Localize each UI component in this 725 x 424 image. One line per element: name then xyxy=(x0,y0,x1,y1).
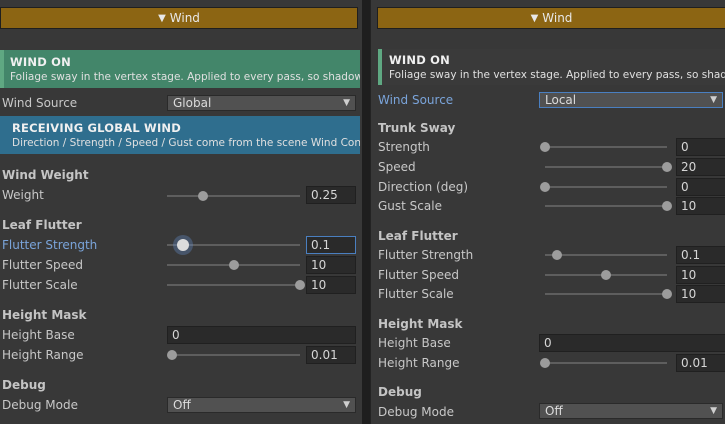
flutter-scale-field[interactable]: 10 xyxy=(306,276,356,294)
flutter-scale-label: Flutter Scale xyxy=(378,287,454,301)
wind-foldout-header[interactable]: ▼ Wind xyxy=(377,7,725,29)
height-range-slider[interactable] xyxy=(167,350,300,360)
wind-foldout-header[interactable]: ▼ Wind xyxy=(0,7,358,29)
trunk-speed-field[interactable]: 20 xyxy=(676,158,725,176)
flutter-scale-label: Flutter Scale xyxy=(2,278,78,292)
trunk-speed-label: Speed xyxy=(378,160,416,174)
section-wind-weight: Wind Weight xyxy=(2,168,89,182)
section-trunk-sway: Trunk Sway xyxy=(378,121,456,135)
right-inspector-panel: ▼ Wind WIND ON Foliage sway in the verte… xyxy=(370,0,725,424)
flutter-scale-slider[interactable] xyxy=(545,289,672,299)
flutter-strength-slider[interactable] xyxy=(167,239,300,251)
flutter-strength-field[interactable]: 0.1 xyxy=(676,246,725,264)
flutter-speed-field[interactable]: 10 xyxy=(306,256,356,274)
banner-text: Direction / Strength / Speed / Gust come… xyxy=(12,137,360,149)
height-base-label: Height Base xyxy=(378,336,451,350)
flutter-scale-field[interactable]: 10 xyxy=(676,285,725,303)
slider-handle[interactable] xyxy=(552,250,563,260)
debug-mode-label: Debug Mode xyxy=(2,398,78,412)
chevron-down-icon: ▼ xyxy=(343,400,350,410)
wind-source-dropdown[interactable]: Global ▼ xyxy=(167,95,356,111)
weight-field[interactable]: 0.25 xyxy=(306,186,356,204)
slider-handle[interactable] xyxy=(295,280,305,290)
triangle-down-icon: ▼ xyxy=(530,12,539,24)
flutter-speed-label: Flutter Speed xyxy=(378,268,459,282)
foldout-title: Wind xyxy=(169,11,200,25)
section-debug: Debug xyxy=(2,378,46,392)
trunk-direction-slider[interactable] xyxy=(540,182,667,192)
wind-on-banner: WIND ON Foliage sway in the vertex stage… xyxy=(0,50,360,88)
wind-source-label: Wind Source xyxy=(2,96,78,110)
section-debug: Debug xyxy=(378,385,422,399)
trunk-strength-label: Strength xyxy=(378,140,430,154)
height-base-field[interactable]: 0 xyxy=(167,326,356,344)
debug-mode-dropdown[interactable]: Off ▼ xyxy=(539,403,723,419)
banner-title: RECEIVING GLOBAL WIND xyxy=(12,121,181,135)
wind-source-label: Wind Source xyxy=(378,93,454,107)
gust-scale-slider[interactable] xyxy=(545,201,672,211)
weight-slider[interactable] xyxy=(167,191,300,201)
flutter-strength-label: Flutter Strength xyxy=(378,248,474,262)
trunk-direction-field[interactable]: 0 xyxy=(676,178,725,196)
weight-label: Weight xyxy=(2,188,44,202)
height-range-field[interactable]: 0.01 xyxy=(306,346,356,364)
debug-mode-label: Debug Mode xyxy=(378,405,454,419)
height-range-slider[interactable] xyxy=(540,358,667,368)
slider-handle[interactable] xyxy=(197,191,208,201)
trunk-direction-label: Direction (deg) xyxy=(378,180,469,194)
trunk-speed-slider[interactable] xyxy=(545,162,672,172)
height-base-field[interactable]: 0 xyxy=(539,334,725,352)
height-base-label: Height Base xyxy=(2,328,75,342)
banner-title: WIND ON xyxy=(389,53,450,67)
dropdown-value: Off xyxy=(173,398,191,412)
height-range-field[interactable]: 0.01 xyxy=(676,354,725,372)
receiving-global-wind-banner: RECEIVING GLOBAL WIND Direction / Streng… xyxy=(0,116,360,154)
chevron-down-icon: ▼ xyxy=(710,406,717,416)
section-leaf-flutter: Leaf Flutter xyxy=(378,229,458,243)
chevron-down-icon: ▼ xyxy=(343,98,350,108)
wind-on-banner: WIND ON Foliage sway in the vertex stage… xyxy=(378,49,725,85)
slider-handle[interactable] xyxy=(540,358,550,368)
flutter-strength-slider[interactable] xyxy=(545,250,667,260)
height-range-label: Height Range xyxy=(378,356,460,370)
flutter-scale-slider[interactable] xyxy=(167,280,305,290)
slider-handle[interactable] xyxy=(662,289,672,299)
height-range-label: Height Range xyxy=(2,348,84,362)
slider-handle[interactable] xyxy=(662,201,672,211)
slider-handle[interactable] xyxy=(167,350,177,360)
flutter-speed-slider[interactable] xyxy=(167,260,300,270)
section-height-mask: Height Mask xyxy=(378,317,463,331)
foldout-title: Wind xyxy=(542,11,573,25)
section-leaf-flutter: Leaf Flutter xyxy=(2,218,82,232)
slider-handle[interactable] xyxy=(540,182,550,192)
dropdown-value: Local xyxy=(545,93,577,107)
chevron-down-icon: ▼ xyxy=(710,95,717,105)
slider-handle[interactable] xyxy=(662,162,672,172)
banner-text: Foliage sway in the vertex stage. Applie… xyxy=(389,69,725,81)
gust-scale-field[interactable]: 10 xyxy=(676,197,725,215)
slider-handle[interactable] xyxy=(176,239,189,251)
banner-title: WIND ON xyxy=(10,55,71,69)
trunk-strength-field[interactable]: 0 xyxy=(676,138,725,156)
debug-mode-dropdown[interactable]: Off ▼ xyxy=(167,397,356,413)
banner-text: Foliage sway in the vertex stage. Applie… xyxy=(10,71,360,83)
triangle-down-icon: ▼ xyxy=(158,12,166,24)
flutter-speed-label: Flutter Speed xyxy=(2,258,83,272)
dropdown-value: Global xyxy=(173,96,212,110)
flutter-speed-slider[interactable] xyxy=(545,270,667,280)
slider-handle[interactable] xyxy=(601,270,611,280)
flutter-strength-label: Flutter Strength xyxy=(2,238,98,252)
gust-scale-label: Gust Scale xyxy=(378,199,442,213)
slider-handle[interactable] xyxy=(540,142,550,152)
trunk-strength-slider[interactable] xyxy=(540,142,667,152)
wind-source-dropdown[interactable]: Local ▼ xyxy=(539,92,723,108)
flutter-speed-field[interactable]: 10 xyxy=(676,266,725,284)
section-height-mask: Height Mask xyxy=(2,308,87,322)
slider-handle[interactable] xyxy=(228,260,239,270)
flutter-strength-field[interactable]: 0.1 xyxy=(306,236,356,254)
dropdown-value: Off xyxy=(545,404,563,418)
left-inspector-panel: ▼ Wind WIND ON Foliage sway in the verte… xyxy=(0,0,362,424)
